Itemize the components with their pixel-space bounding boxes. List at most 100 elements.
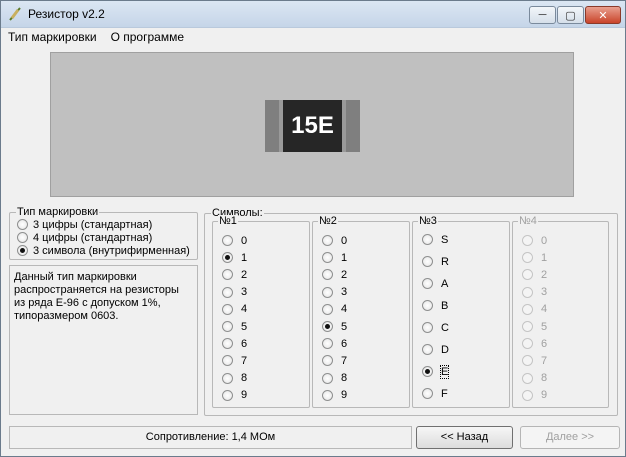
symbol-option-label: R [441, 255, 449, 268]
radio-button[interactable] [422, 322, 433, 333]
back-button[interactable]: << Назад [416, 426, 513, 449]
symbol-option[interactable]: 2 [322, 268, 347, 281]
radio-button[interactable] [222, 372, 233, 384]
symbol-option[interactable]: F [422, 387, 448, 400]
symbols-group: Символы: №1 0 1 2 3 4 5 6 7 8 9 №2 0 1 2 3 4 5 6 7 8 9 №3 S R A B C… [204, 207, 618, 416]
symbol-option[interactable]: 6 [322, 337, 347, 350]
symbol-option[interactable]: A [422, 277, 448, 290]
marking-type-option[interactable]: 4 цифры (стандартная) [17, 231, 152, 244]
symbol-group-title: №1 [218, 215, 238, 227]
symbol-option[interactable]: 7 [322, 354, 347, 367]
symbol-option[interactable]: 5 [222, 320, 247, 333]
marking-type-option[interactable]: 3 цифры (стандартная) [17, 218, 152, 231]
radio-button[interactable] [322, 355, 333, 367]
symbol-option-label: 3 [541, 286, 548, 299]
symbol-option[interactable]: S [422, 233, 448, 246]
symbol-option-label: 9 [341, 389, 348, 402]
radio-button[interactable] [422, 234, 433, 245]
symbol-option[interactable]: 3 [322, 286, 347, 299]
radio-button[interactable] [422, 344, 433, 355]
symbol-option-label: 7 [541, 354, 548, 367]
radio-button[interactable] [17, 245, 28, 256]
maximize-button[interactable]: ▢ [557, 6, 584, 24]
radio-button[interactable] [322, 321, 333, 332]
marking-type-option-label: 3 символа (внутрифирменная) [33, 244, 190, 257]
maximize-icon: ▢ [565, 9, 576, 22]
symbol-option-label: 6 [541, 337, 548, 350]
radio-button[interactable] [322, 389, 333, 401]
symbol-option[interactable]: R [422, 255, 449, 268]
symbol-option-label: 2 [241, 268, 248, 281]
symbol-option[interactable]: 2 [222, 268, 247, 281]
menu-marking-type[interactable]: Тип маркировки [1, 28, 104, 46]
radio-button[interactable] [222, 269, 233, 281]
symbol-option[interactable]: B [422, 299, 448, 312]
symbol-option-label: 8 [341, 372, 348, 385]
symbol-option-label: 6 [341, 337, 348, 350]
radio-button[interactable] [322, 372, 333, 384]
symbol-option[interactable]: 7 [222, 354, 247, 367]
resistor-right-terminal [346, 100, 360, 152]
radio-button[interactable] [322, 269, 333, 281]
symbol-option[interactable]: 8 [222, 372, 247, 385]
radio-button[interactable] [222, 303, 233, 315]
marking-type-option-label: 4 цифры (стандартная) [33, 231, 153, 244]
symbol-option[interactable]: 5 [322, 320, 347, 333]
radio-button[interactable] [17, 232, 28, 243]
symbol-option[interactable]: E [422, 364, 450, 379]
radio-button[interactable] [222, 355, 233, 367]
symbol-option: 8 [522, 372, 547, 385]
symbol-option[interactable]: 9 [222, 389, 247, 402]
radio-button[interactable] [322, 303, 333, 315]
radio-button[interactable] [422, 278, 433, 289]
radio-button [522, 252, 533, 264]
radio-button[interactable] [222, 338, 233, 350]
symbol-option-label: 5 [541, 320, 548, 333]
minimize-button[interactable]: ─ [529, 6, 556, 24]
radio-button[interactable] [222, 286, 233, 298]
close-button[interactable]: ✕ [585, 6, 621, 24]
symbol-option-label: S [441, 233, 449, 246]
radio-button[interactable] [17, 219, 28, 230]
symbol-option-label: 3 [341, 286, 348, 299]
radio-button[interactable] [222, 235, 233, 246]
symbol-option[interactable]: 3 [222, 286, 247, 299]
radio-button[interactable] [222, 321, 233, 332]
radio-button[interactable] [322, 252, 333, 264]
radio-button[interactable] [322, 338, 333, 350]
symbol-option[interactable]: 4 [222, 303, 247, 316]
radio-button[interactable] [422, 256, 433, 267]
radio-button [522, 321, 533, 332]
symbol-option[interactable]: 4 [322, 303, 347, 316]
symbol-option[interactable]: C [422, 321, 449, 334]
symbol-option[interactable]: 0 [222, 234, 247, 247]
symbol-option[interactable]: 9 [322, 389, 347, 402]
radio-button[interactable] [422, 388, 433, 399]
radio-button[interactable] [222, 389, 233, 401]
marking-type-option-label: 3 цифры (стандартная) [33, 218, 153, 231]
symbol-option[interactable]: 8 [322, 372, 347, 385]
symbol-option-label: 7 [341, 354, 348, 367]
minimize-icon: ─ [538, 9, 547, 21]
status-resistance: Сопротивление: 1,4 МОм [9, 426, 412, 449]
symbol-option[interactable]: D [422, 343, 449, 356]
radio-button[interactable] [322, 235, 333, 246]
radio-button[interactable] [422, 366, 433, 377]
resistor-preview: 15E [50, 52, 574, 197]
radio-button[interactable] [322, 286, 333, 298]
symbol-option: 4 [522, 303, 547, 316]
title-bar[interactable]: Резистор v2.2 ─ ▢ ✕ [1, 1, 625, 28]
symbol-option[interactable]: 6 [222, 337, 247, 350]
symbol-option[interactable]: 1 [322, 251, 347, 264]
symbol-option: 7 [522, 354, 547, 367]
radio-button[interactable] [422, 300, 433, 311]
radio-button [522, 235, 533, 246]
symbol-group-title: №4 [518, 215, 538, 227]
menu-about[interactable]: О программе [104, 28, 191, 46]
symbol-option[interactable]: 0 [322, 234, 347, 247]
marking-type-option[interactable]: 3 символа (внутрифирменная) [17, 244, 190, 257]
symbol-option[interactable]: 1 [222, 251, 247, 264]
symbol-option-label: 5 [341, 320, 348, 333]
symbol-option-label: 9 [541, 389, 548, 402]
radio-button[interactable] [222, 252, 233, 264]
